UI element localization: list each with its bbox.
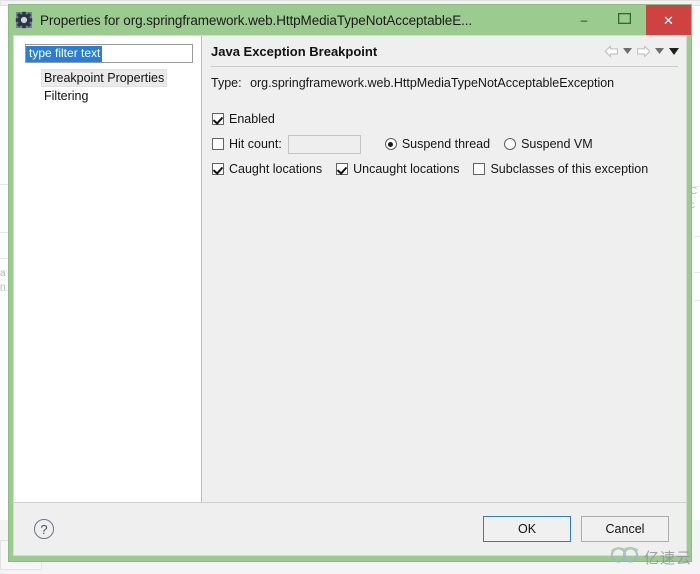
type-label: Type:	[211, 76, 242, 90]
properties-dialog: Properties for org.springframework.web.H…	[8, 4, 692, 562]
type-value: org.springframework.web.HttpMediaTypeNot…	[250, 76, 615, 90]
tree-item-breakpoint-properties[interactable]: Breakpoint Properties	[41, 69, 168, 87]
suspend-vm-label: Suspend VM	[521, 137, 593, 151]
back-history-chevron-down-icon[interactable]	[621, 42, 634, 60]
locations-row: Caught locations Uncaught locations Subc…	[212, 158, 686, 180]
suspend-thread-label: Suspend thread	[401, 137, 491, 151]
uncaught-locations-label: Uncaught locations	[353, 162, 460, 176]
page-title: Java Exception Breakpoint	[211, 43, 378, 59]
subclasses-checkbox[interactable]	[473, 163, 486, 175]
tree-item-filtering[interactable]: Filtering	[41, 87, 91, 105]
watermark: 亿速云	[610, 546, 692, 568]
uncaught-locations-checkbox[interactable]	[336, 163, 349, 175]
maximize-button[interactable]	[604, 6, 644, 34]
enabled-checkbox[interactable]	[212, 113, 224, 125]
tree-row[interactable]: Breakpoint Properties	[41, 69, 201, 87]
bg-divider	[694, 272, 700, 273]
bg-divider	[0, 232, 8, 233]
minimize-icon: –	[580, 13, 588, 27]
bg-label: n	[0, 282, 6, 293]
exception-type-row: Type: org.springframework.web.HttpMediaT…	[202, 67, 686, 90]
suspend-vm-radio[interactable]	[504, 138, 517, 150]
dialog-client-area: type filter text Breakpoint Properties F…	[13, 35, 687, 556]
enabled-row: Enabled	[212, 108, 686, 130]
hit-count-row: Hit count: Suspend thread Suspend VM	[212, 133, 686, 155]
content-pane: Java Exception Breakpoint Type: org.spri…	[202, 36, 686, 502]
suspend-thread-radio[interactable]	[384, 138, 397, 150]
page-menu-chevron-down-icon[interactable]	[667, 42, 680, 60]
help-glyph: ?	[40, 521, 48, 537]
gear-icon	[15, 11, 33, 29]
help-question-icon[interactable]: ?	[34, 519, 54, 539]
dialog-title: Properties for org.springframework.web.H…	[40, 12, 473, 28]
breakpoint-controls: Enabled Hit count: Suspend thread Suspen…	[202, 90, 686, 180]
cloud-logo-icon	[610, 546, 640, 568]
subclasses-label: Subclasses of this exception	[490, 162, 649, 176]
dialog-body: type filter text Breakpoint Properties F…	[14, 36, 686, 503]
dialog-titlebar[interactable]: Properties for org.springframework.web.H…	[9, 5, 691, 35]
caught-locations-label: Caught locations	[229, 162, 323, 176]
bg-divider	[694, 236, 700, 237]
cancel-button-label: Cancel	[605, 522, 645, 536]
bg-divider	[694, 300, 700, 301]
maximize-icon	[617, 11, 631, 29]
bg-divider	[0, 184, 8, 185]
forward-arrow-icon[interactable]	[635, 42, 652, 60]
dialog-button-bar: ? OK Cancel	[14, 503, 686, 555]
cancel-button[interactable]: Cancel	[581, 516, 669, 542]
watermark-text: 亿速云	[643, 548, 692, 567]
filter-input-value: type filter text	[26, 45, 103, 62]
filter-input[interactable]: type filter text	[25, 44, 193, 63]
tree-row[interactable]: Filtering	[41, 87, 201, 105]
close-button[interactable]: ✕	[646, 5, 691, 35]
forward-history-chevron-down-icon[interactable]	[653, 42, 666, 60]
hit-count-checkbox[interactable]	[212, 138, 224, 150]
caught-locations-checkbox[interactable]	[212, 163, 224, 175]
ok-button[interactable]: OK	[483, 516, 571, 542]
back-arrow-icon[interactable]	[603, 42, 620, 60]
close-icon: ✕	[663, 12, 674, 28]
page-header: Java Exception Breakpoint	[202, 36, 686, 66]
settings-tree: Breakpoint Properties Filtering	[14, 69, 201, 105]
ok-button-label: OK	[517, 522, 537, 536]
hit-count-input[interactable]	[287, 134, 361, 154]
bg-divider	[0, 258, 8, 259]
navigation-toolbar	[603, 42, 680, 60]
hit-count-label: Hit count:	[229, 137, 282, 151]
enabled-label: Enabled	[229, 112, 275, 126]
navigation-pane: type filter text Breakpoint Properties F…	[14, 36, 202, 502]
bg-label: a	[0, 268, 6, 279]
minimize-button[interactable]: –	[564, 6, 604, 34]
